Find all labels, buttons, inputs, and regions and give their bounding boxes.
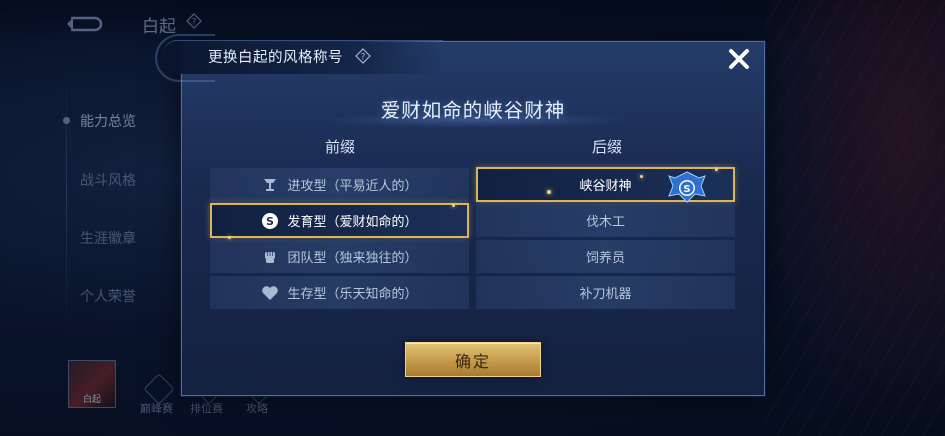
suffix-header: 后缀	[591, 138, 622, 156]
suffix-option-label: 饲养员	[585, 251, 625, 266]
dialog-heading: 更换白起的风格称号	[208, 50, 343, 66]
suffix-option-breeder[interactable]: 饲养员	[476, 240, 735, 273]
close-button[interactable]	[724, 44, 754, 74]
confirm-button[interactable]: 确定	[405, 342, 541, 377]
suffix-option-lumberjack[interactable]: 伐木工	[476, 204, 735, 237]
svg-text:S: S	[267, 215, 275, 228]
svg-text:?: ?	[361, 53, 366, 63]
close-icon	[729, 49, 749, 69]
suffix-option-label: 峡谷财神	[579, 179, 632, 194]
suffix-option-last-hit-machine[interactable]: 补刀机器	[476, 276, 735, 309]
dialog-help-icon[interactable]: ?	[355, 48, 371, 64]
prefix-option-label: 团队型（独来独往的）	[287, 251, 418, 266]
fist-icon	[261, 248, 279, 266]
tower-icon	[261, 176, 279, 194]
prefix-option-label: 生存型（乐天知命的）	[287, 287, 418, 302]
sparkle	[640, 175, 643, 178]
prefix-option-growth[interactable]: S 发育型（爱财如命的）	[210, 203, 469, 238]
sparkle	[228, 236, 231, 239]
sparkle	[452, 204, 455, 207]
sparkle	[547, 190, 551, 194]
suffix-option-label: 伐木工	[585, 215, 625, 230]
prefix-option-offense[interactable]: 进攻型（平易近人的）	[210, 168, 469, 201]
prefix-option-label: 发育型（爱财如命的）	[287, 215, 418, 230]
prefix-option-survival[interactable]: 生存型（乐天知命的）	[210, 276, 469, 309]
prefix-option-label: 进攻型（平易近人的）	[287, 179, 418, 194]
coin-icon: S	[261, 212, 279, 230]
svg-text:S: S	[683, 184, 690, 195]
sparkle	[715, 168, 718, 171]
prefix-header: 前缀	[324, 138, 355, 156]
prefix-option-team[interactable]: 团队型（独来独往的）	[210, 240, 469, 273]
suffix-option-label: 补刀机器	[579, 287, 632, 302]
heart-icon	[261, 284, 279, 302]
coin-badge-icon: S	[665, 170, 709, 204]
current-title: 爱财如命的峡谷财神	[380, 99, 566, 122]
